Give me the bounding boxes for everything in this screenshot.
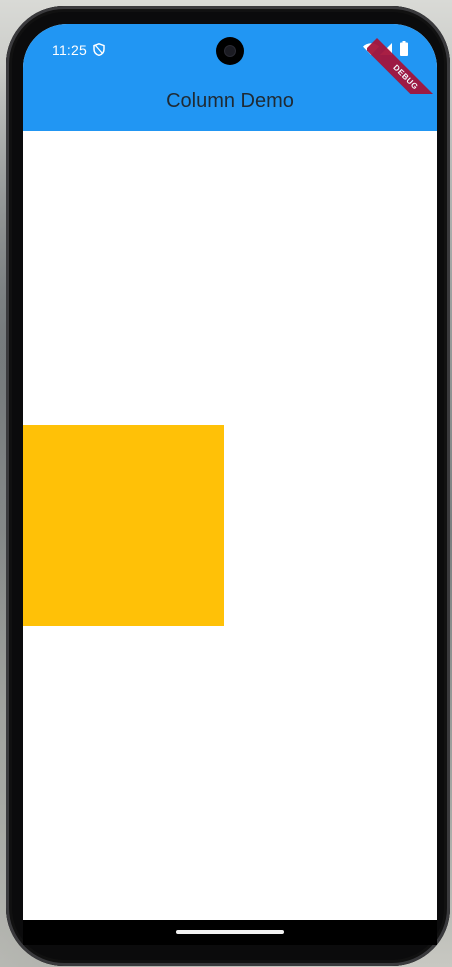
device-screen: 11:25 Column Demo DEBUG [23, 24, 437, 920]
debug-banner-label: DEBUG [367, 38, 437, 94]
status-time: 11:25 [52, 42, 87, 58]
column-body [23, 131, 437, 920]
camera-cutout [216, 37, 244, 65]
home-indicator[interactable] [176, 930, 284, 934]
gesture-navigation-bar [23, 920, 437, 945]
shield-icon [93, 43, 105, 56]
amber-container [23, 425, 224, 626]
debug-banner: DEBUG [367, 24, 437, 94]
